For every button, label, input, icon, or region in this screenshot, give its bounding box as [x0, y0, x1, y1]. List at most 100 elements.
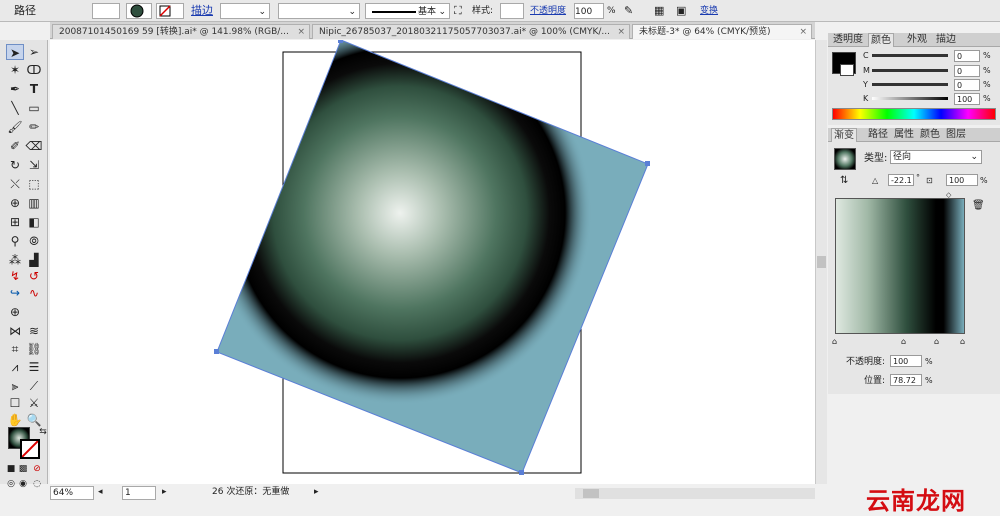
custom-tool-1-icon[interactable]: ↯ [6, 268, 24, 284]
chain-tool-icon[interactable]: ⛓ [25, 341, 43, 357]
prev-artboard-icon[interactable]: ◂ [98, 486, 103, 500]
type-tool-icon[interactable]: T [25, 81, 43, 97]
close-icon[interactable]: × [297, 25, 305, 39]
zoom-select[interactable]: 64% [50, 486, 94, 500]
isolate-icon[interactable]: ▣ [676, 3, 686, 19]
next-artboard-icon[interactable]: ▸ [162, 486, 167, 500]
paintbrush-tool-icon[interactable]: 🖌 [6, 119, 24, 135]
blob-brush-tool-icon[interactable]: ✐ [6, 138, 24, 154]
variable-width-select[interactable]: ⌄ [278, 3, 360, 19]
hand-tool-icon[interactable]: ☐ [6, 395, 24, 411]
tab-appearance[interactable]: 外观 [905, 33, 929, 47]
black-slider[interactable] [872, 97, 948, 100]
status-menu-icon[interactable]: ▸ [314, 486, 319, 500]
column-graph-tool-icon[interactable]: ▟ [25, 252, 43, 268]
stop-opacity-input[interactable]: 100 [890, 355, 922, 367]
hand-icon[interactable]: ✋ [6, 412, 24, 428]
tab-layers[interactable]: 图层 [944, 128, 968, 142]
transform-label[interactable]: 变换 [700, 3, 718, 19]
stroke-weight-select[interactable]: ⌄ [220, 3, 270, 19]
crop-tool-icon[interactable]: ⌗ [6, 341, 24, 357]
fill-swatch[interactable] [92, 3, 120, 19]
slice-tool-icon[interactable]: ⟋ [25, 378, 43, 394]
magic-wand-tool-icon[interactable]: ✶ [6, 62, 24, 78]
gradient-stop-icon[interactable]: ⌂ [901, 336, 906, 348]
envelope-tool-icon[interactable]: ⋈ [6, 323, 24, 339]
stroke-color-icon[interactable] [20, 439, 40, 459]
stroke-swatch[interactable] [126, 3, 152, 19]
canvas[interactable] [50, 38, 815, 484]
scroll-thumb[interactable] [817, 256, 826, 268]
gradient-stop-icon[interactable]: ⌂ [832, 336, 837, 348]
magenta-input[interactable]: 0 [954, 65, 980, 77]
custom-tool-3-icon[interactable]: ↪ [6, 285, 24, 301]
warp-tool-icon[interactable]: ≋ [25, 323, 43, 339]
gradient-preview-swatch[interactable] [834, 148, 856, 170]
list-tool-icon[interactable]: ☰ [25, 359, 43, 375]
opacity-label[interactable]: 不透明度 [530, 3, 566, 19]
tab-transparency[interactable]: 透明度 [831, 33, 865, 47]
perspective-grid-tool-icon[interactable]: ▥ [25, 195, 43, 211]
stroke-color-button[interactable] [156, 3, 184, 19]
recolor-icon[interactable]: ✎ [624, 3, 633, 19]
document-tab-3[interactable]: 未标题-3* @ 64% (CMYK/预览) × [632, 24, 812, 39]
free-transform-tool-icon[interactable]: ⬚ [25, 176, 43, 192]
custom-tool-4-icon[interactable]: ∿ [25, 285, 43, 301]
graphic-style-icon[interactable]: ⛶ [454, 3, 462, 19]
shape-builder-tool-icon[interactable]: ⊕ [6, 195, 24, 211]
delete-stop-icon[interactable]: 🗑 [972, 200, 985, 212]
yellow-input[interactable]: 0 [954, 79, 980, 91]
tab-gradient[interactable]: 渐变 [831, 128, 857, 142]
yellow-slider[interactable] [872, 83, 948, 86]
artboard-tool-icon[interactable]: ⫸ [6, 378, 24, 394]
opacity-input[interactable]: 100 [574, 3, 604, 19]
black-input[interactable]: 100 [954, 93, 980, 105]
scale-tool-icon[interactable]: ⇲ [25, 157, 43, 173]
color-spectrum[interactable] [832, 108, 996, 120]
stop-location-input[interactable]: 78.72 [890, 374, 922, 386]
target-icon[interactable]: ⊕ [6, 304, 24, 320]
tab-stroke[interactable]: 描边 [934, 33, 958, 47]
style-select[interactable] [500, 3, 524, 19]
eyedropper-tool-icon[interactable]: ⚲ [6, 233, 24, 249]
cyan-slider[interactable] [872, 54, 948, 57]
knife-tool-icon[interactable]: ⚔ [25, 395, 43, 411]
direct-selection-tool-icon[interactable]: ➢ [25, 44, 43, 60]
lasso-tool-icon[interactable]: ↀ [25, 62, 43, 78]
scroll-thumb[interactable] [583, 489, 599, 498]
anchor-point[interactable] [645, 161, 650, 166]
eraser-tool-icon[interactable]: ⌫ [25, 138, 43, 154]
anchor-point[interactable] [519, 470, 524, 475]
magenta-slider[interactable] [872, 69, 948, 72]
width-tool-icon[interactable]: ⤬ [6, 176, 24, 192]
gradient-stop-icon[interactable]: ⌂ [960, 336, 965, 348]
align-icon[interactable]: ▦ [654, 3, 664, 19]
rotate-tool-icon[interactable]: ↻ [6, 157, 24, 173]
gradient-tool-icon[interactable]: ◧ [25, 214, 43, 230]
gradient-ramp[interactable] [835, 198, 965, 334]
reverse-gradient-icon[interactable]: ⇅ [840, 175, 848, 187]
brush-definition-select[interactable]: 基本 ⌄ [365, 3, 450, 19]
custom-tool-2-icon[interactable]: ↺ [25, 268, 43, 284]
artboard-number-select[interactable]: 1 [122, 486, 156, 500]
tab-path[interactable]: 路径 [866, 128, 890, 142]
anchor-point[interactable] [338, 38, 343, 43]
selection-tool-icon[interactable]: ➤ [6, 44, 24, 60]
close-icon[interactable]: × [617, 25, 625, 39]
tab-color[interactable]: 颜色 [868, 33, 894, 47]
stroke-label[interactable]: 描边 [191, 3, 213, 19]
none-mode-icon[interactable]: ⊘ [28, 461, 46, 477]
document-tab-1[interactable]: 20087101450169 59 [转换].ai* @ 141.98% (RG… [52, 24, 310, 39]
cyan-input[interactable]: 0 [954, 50, 980, 62]
angle-input[interactable]: -22.1 [888, 174, 914, 186]
tab-attributes[interactable]: 属性 [892, 128, 916, 142]
blend-tool-icon[interactable]: ⦾ [25, 233, 43, 249]
symbol-sprayer-tool-icon[interactable]: ⁂ [6, 252, 24, 268]
gradient-stop-icon[interactable]: ⌂ [934, 336, 939, 348]
pen-tool-icon[interactable]: ✒ [6, 81, 24, 97]
chart-line-tool-icon[interactable]: ⩘ [6, 359, 24, 375]
draw-inside-icon[interactable]: ◌ [28, 476, 46, 492]
horizontal-scrollbar[interactable] [575, 488, 815, 499]
vertical-scrollbar[interactable] [815, 40, 827, 484]
rectangle-tool-icon[interactable]: ▭ [25, 100, 43, 116]
